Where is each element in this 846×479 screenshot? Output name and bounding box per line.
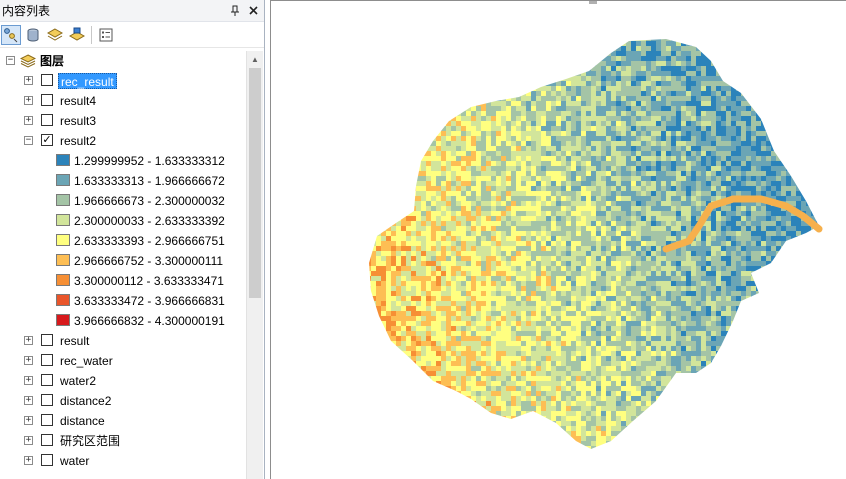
layer-item-rec-result[interactable]: + rec_result [0,71,245,91]
scroll-up-icon[interactable]: ▲ [247,51,263,68]
layer-label[interactable]: result3 [58,113,98,129]
legend-class-row[interactable]: 2.633333393 - 2.966666751 [0,231,245,251]
expand-icon[interactable]: + [24,336,33,345]
expand-icon[interactable]: + [24,396,33,405]
legend-class-label: 1.966666673 - 2.300000032 [74,194,225,208]
layer-tree: − 图层 + rec_result + result4 + result3 − … [0,51,245,479]
legend-class-row[interactable]: 3.300000112 - 3.633333471 [0,271,245,291]
layers-root-label: 图层 [40,54,65,68]
legend-class-row[interactable]: 2.300000033 - 2.633333392 [0,211,245,231]
layer-item[interactable]: + rec_water [0,351,245,371]
layer-item[interactable]: + 研究区范围 [0,431,245,451]
expand-icon[interactable]: + [24,356,33,365]
layer-item[interactable]: + water2 [0,371,245,391]
legend-color-swatch[interactable] [56,314,70,326]
list-by-source-icon[interactable] [23,25,43,45]
layer-item[interactable]: + result [0,331,245,351]
layers-root[interactable]: − 图层 [0,51,245,71]
legend-class-label: 2.300000033 - 2.633333392 [74,214,225,228]
legend-class-label: 2.966666752 - 3.300000111 [74,254,224,268]
layer-visibility-checkbox-checked[interactable]: ✓ [41,134,53,146]
legend-class-label: 3.966666832 - 4.300000191 [74,314,225,328]
raster-cells [369,39,819,449]
scrollbar-thumb[interactable] [249,68,261,298]
layer-label[interactable]: result2 [58,133,98,149]
layer-label[interactable]: rec_water [58,353,115,369]
layer-item-result4[interactable]: + result4 [0,91,245,111]
legend-class-row[interactable]: 1.966666673 - 2.300000032 [0,191,245,211]
layer-item-result3[interactable]: + result3 [0,111,245,131]
layer-label[interactable]: distance2 [58,393,113,409]
layer-list-bottom: + result + rec_water + water2 + distance2 + dista… [0,331,245,471]
layer-label[interactable]: rec_result [58,73,117,89]
layer-visibility-checkbox[interactable] [41,374,53,386]
layer-label[interactable]: result4 [58,93,98,109]
expand-icon[interactable]: + [24,76,33,85]
collapse-icon[interactable]: − [6,56,15,65]
raster-map-result2 [369,39,823,449]
expand-icon[interactable]: + [24,96,33,105]
layer-label[interactable]: distance [58,413,107,429]
layer-visibility-checkbox[interactable] [41,434,53,446]
expand-icon[interactable]: + [24,376,33,385]
expand-icon[interactable]: + [24,416,33,425]
list-by-visibility-icon[interactable] [45,25,65,45]
layer-visibility-checkbox[interactable] [41,354,53,366]
legend-color-swatch[interactable] [56,194,70,206]
layer-legend: 1.299999952 - 1.633333312 1.633333313 - 1… [0,151,245,331]
layer-visibility-checkbox[interactable] [41,114,53,126]
legend-color-swatch[interactable] [56,174,70,186]
legend-color-swatch[interactable] [56,294,70,306]
legend-color-swatch[interactable] [56,154,70,166]
list-by-drawing-order-icon[interactable] [1,24,21,45]
close-icon[interactable] [246,4,260,18]
map-view[interactable] [270,0,846,479]
legend-class-row[interactable]: 1.299999952 - 1.633333312 [0,151,245,171]
layer-item[interactable]: + water [0,451,245,471]
legend-class-row[interactable]: 1.633333313 - 1.966666672 [0,171,245,191]
expand-icon[interactable]: + [24,116,33,125]
toolbar-separator [91,25,92,44]
toc-toolbar [0,22,264,48]
layers-folder-icon [19,54,37,71]
legend-class-label: 1.299999952 - 1.633333312 [74,154,225,168]
legend-class-row[interactable]: 3.633333472 - 3.966666831 [0,291,245,311]
layer-label[interactable]: water [58,453,91,469]
layer-visibility-checkbox[interactable] [41,94,53,106]
legend-color-swatch[interactable] [56,254,70,266]
layer-label[interactable]: water2 [58,373,98,389]
legend-color-swatch[interactable] [56,274,70,286]
layer-item[interactable]: + distance2 [0,391,245,411]
legend-class-row[interactable]: 3.966666832 - 4.300000191 [0,311,245,331]
layer-visibility-checkbox[interactable] [41,334,53,346]
expand-icon[interactable]: + [24,456,33,465]
vertical-scrollbar[interactable]: ▲ [246,51,263,479]
layer-visibility-checkbox[interactable] [41,454,53,466]
layer-label[interactable]: 研究区范围 [58,433,122,449]
legend-color-swatch[interactable] [56,234,70,246]
legend-class-label: 3.300000112 - 3.633333471 [74,274,224,288]
options-icon[interactable] [96,25,116,45]
panel-titlebar: 内容列表 [0,0,264,22]
legend-class-row[interactable]: 2.966666752 - 3.300000111 [0,251,245,271]
layer-visibility-checkbox[interactable] [41,394,53,406]
layer-visibility-checkbox[interactable] [41,414,53,426]
legend-class-label: 2.633333393 - 2.966666751 [74,234,225,248]
panel-title: 内容列表 [2,4,51,18]
table-of-contents-panel: 内容列表 − 图层 + rec_result + result4 + resul… [0,0,265,479]
layer-visibility-checkbox[interactable] [41,74,53,86]
layer-label[interactable]: result [58,333,91,349]
legend-class-label: 1.633333313 - 1.966666672 [74,174,225,188]
expand-icon[interactable]: + [24,436,33,445]
list-by-selection-icon[interactable] [67,25,87,45]
layer-item-result2[interactable]: − ✓ result2 [0,131,245,151]
legend-color-swatch[interactable] [56,214,70,226]
collapse-icon[interactable]: − [24,136,33,145]
legend-class-label: 3.633333472 - 3.966666831 [74,294,225,308]
layer-item[interactable]: + distance [0,411,245,431]
pin-icon[interactable] [228,4,242,18]
